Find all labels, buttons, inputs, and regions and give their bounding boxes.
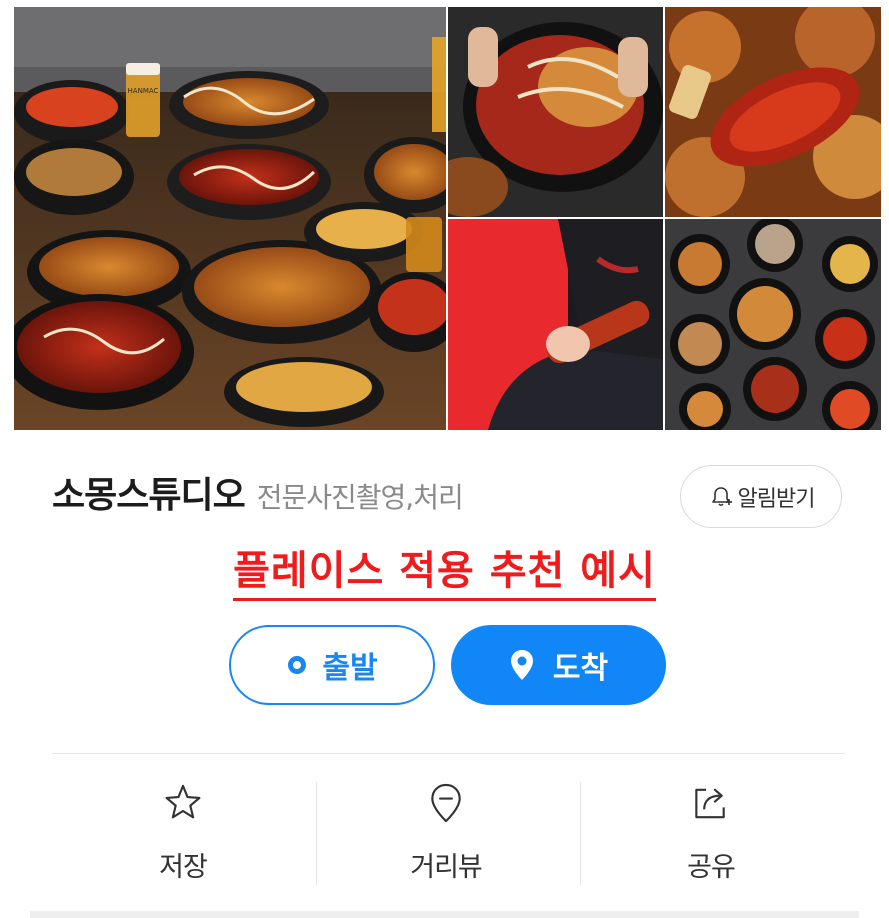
food-flatlay-photo[interactable] [665,219,881,430]
share-button[interactable]: 공유 [581,782,841,884]
bottom-separator-bar [30,911,859,918]
notify-button-label: 알림받기 [737,486,816,512]
place-title: 소몽스튜디오 전문사진촬영,처리 [52,466,464,518]
place-name: 소몽스튜디오 [52,475,246,516]
map-pin-icon [431,783,461,823]
bell-plus-icon [711,486,732,506]
woman-eating-chicken-photo[interactable] [448,219,663,430]
destination-pin-icon [510,650,533,680]
save-button[interactable]: 저장 [53,782,313,884]
origin-dot-icon [288,656,307,674]
share-icon [695,788,725,819]
beer-glass-text: HANMAC [128,87,159,95]
street-view-button[interactable]: 거리뷰 [316,782,576,884]
place-category: 전문사진촬영,처리 [256,481,464,514]
section-divider [52,753,845,754]
promo-text: 플레이스 적용 추천 예시 [233,538,656,601]
start-route-label: 출발 [322,651,378,686]
arrive-route-label: 도착 [552,651,609,686]
food-spread-photo[interactable]: HANMAC [14,7,446,430]
notify-button[interactable]: 알림받기 [680,465,842,528]
share-label: 공유 [687,852,736,883]
star-icon [165,784,201,819]
fried-chicken-platter-photo[interactable] [448,7,663,217]
start-route-button[interactable]: 출발 [229,625,435,705]
street-view-label: 거리뷰 [410,852,483,883]
promo-banner: 플레이스 적용 추천 예시 [0,538,889,601]
sauced-chicken-closeup-photo[interactable] [665,7,881,217]
photo-gallery[interactable]: HANMAC [14,7,881,430]
arrive-route-button[interactable]: 도착 [451,625,666,705]
save-label: 저장 [159,852,208,883]
